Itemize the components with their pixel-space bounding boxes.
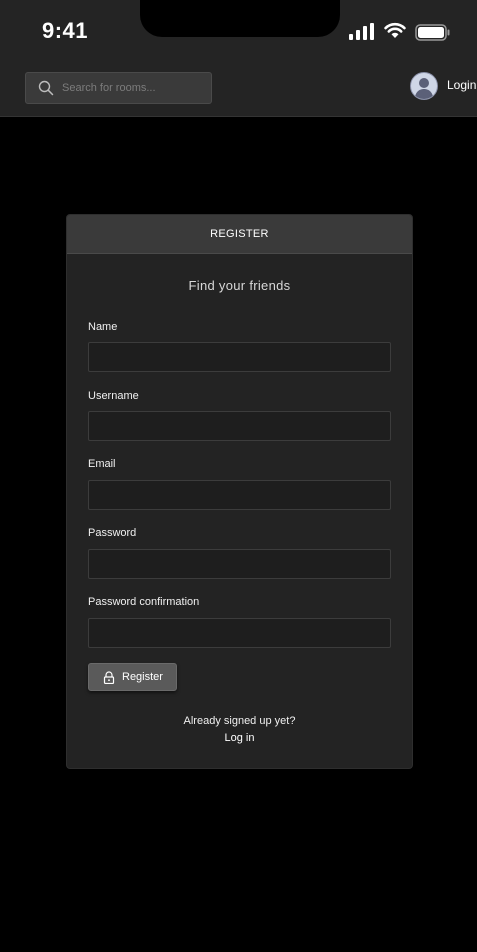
register-card: REGISTER Find your friends Name Username… bbox=[66, 214, 413, 769]
lock-icon bbox=[103, 671, 115, 689]
password-confirmation-field[interactable] bbox=[88, 618, 391, 648]
app-header: 9:41 Search for rooms... Login bbox=[0, 0, 477, 117]
register-button[interactable]: Register bbox=[88, 663, 177, 691]
name-label: Name bbox=[88, 321, 118, 333]
search-box[interactable]: Search for rooms... bbox=[25, 72, 212, 104]
battery-icon bbox=[415, 24, 451, 46]
email-field[interactable] bbox=[88, 480, 391, 510]
search-icon bbox=[38, 80, 54, 101]
status-bar: 9:41 bbox=[0, 0, 477, 62]
name-field[interactable] bbox=[88, 342, 391, 372]
status-time: 9:41 bbox=[42, 18, 89, 43]
user-avatar-icon[interactable] bbox=[410, 72, 438, 100]
card-title: REGISTER bbox=[67, 215, 412, 254]
username-label: Username bbox=[88, 390, 139, 402]
signal-icon bbox=[349, 23, 374, 45]
login-link[interactable]: Login bbox=[447, 78, 476, 92]
already-signed-up-text: Already signed up yet? bbox=[183, 715, 296, 727]
login-link-bottom[interactable]: Log in bbox=[67, 732, 412, 744]
search-input[interactable]: Search for rooms... bbox=[62, 82, 156, 94]
password-label: Password bbox=[88, 527, 137, 539]
device-notch bbox=[140, 0, 340, 37]
password-field[interactable] bbox=[88, 549, 391, 579]
password-confirmation-label: Password confirmation bbox=[88, 596, 200, 608]
username-field[interactable] bbox=[88, 411, 391, 441]
email-label: Email bbox=[88, 458, 116, 470]
wifi-icon bbox=[384, 22, 406, 44]
card-subtitle: Find your friends bbox=[188, 278, 291, 293]
register-button-label: Register bbox=[122, 671, 163, 683]
